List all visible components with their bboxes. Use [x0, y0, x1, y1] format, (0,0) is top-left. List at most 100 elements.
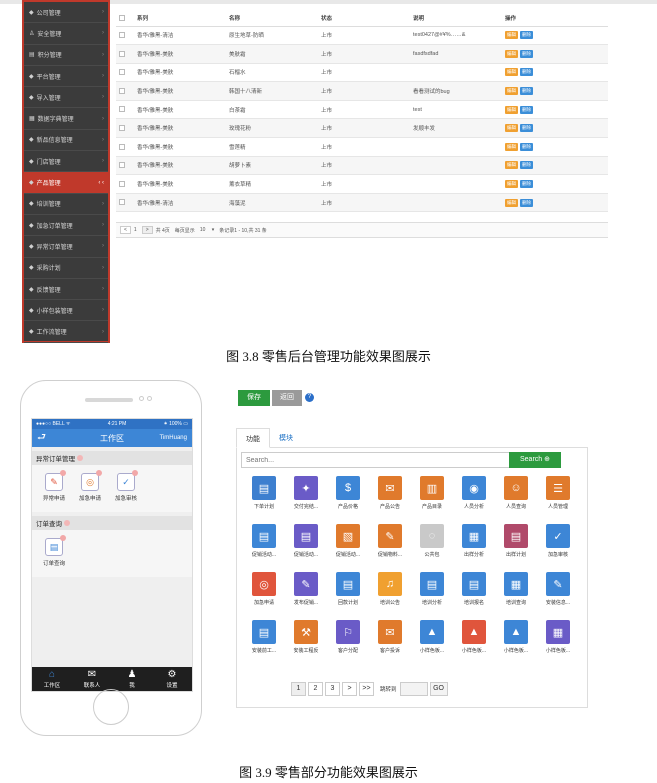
function-tile[interactable]: ◉ 人员分析 [453, 476, 495, 510]
sidebar-item[interactable]: ◆ 工作流管理 › [24, 321, 108, 343]
sidebar-item[interactable]: ◆ 导入管理 › [24, 87, 108, 109]
delete-button[interactable]: 删除 [520, 49, 533, 58]
function-tile[interactable]: ✎ 发布促销... [285, 572, 327, 606]
search-button[interactable]: Search ⊕ [509, 452, 561, 468]
tab-function[interactable]: 功能 [236, 428, 270, 448]
function-tile[interactable]: ▤ 回款计划 [327, 572, 369, 606]
delete-button[interactable]: 删除 [520, 87, 533, 96]
function-tile[interactable]: ☺ 人员查询 [495, 476, 537, 510]
sidebar-item[interactable]: ◆ 异常订单管理 › [24, 236, 108, 258]
back-button[interactable]: 返回 [272, 390, 302, 406]
back-icon[interactable]: ⮐ [37, 430, 46, 447]
edit-button[interactable]: 编辑 [505, 105, 518, 114]
function-tile[interactable]: ✎ 安装信息... [537, 572, 579, 606]
page-3-button[interactable]: 3 [325, 682, 340, 696]
delete-button[interactable]: 删除 [520, 198, 533, 207]
save-button[interactable]: 保存 [238, 390, 270, 406]
delete-button[interactable]: 删除 [520, 124, 533, 133]
help-icon[interactable]: ? [305, 393, 314, 402]
page-2-button[interactable]: 2 [308, 682, 323, 696]
app-shortcut[interactable]: ▤ 订单查询 [36, 535, 72, 567]
tabbar-item[interactable]: ♟ 我 [112, 667, 152, 691]
sidebar-item[interactable]: ♙ 安全管理 › [24, 23, 108, 45]
sidebar-item[interactable]: ◆ 平台管理 › [24, 66, 108, 88]
function-tile[interactable]: ▤ 促销活动... [285, 524, 327, 558]
sidebar-item[interactable]: ◆ 产品管理 ‹ ‹ [24, 172, 108, 194]
row-checkbox[interactable] [119, 50, 125, 57]
row-checkbox[interactable] [119, 125, 125, 132]
next-page-button[interactable]: > [141, 226, 153, 234]
function-tile[interactable]: ✦ 交付完结... [285, 476, 327, 510]
select-all-checkbox[interactable] [119, 14, 125, 21]
function-tile[interactable]: ▤ 出样计划 [495, 524, 537, 558]
delete-button[interactable]: 删除 [520, 161, 533, 170]
function-tile[interactable]: ▤ 培训分析 [411, 572, 453, 606]
function-tile[interactable]: ▤ 促销活动... [243, 524, 285, 558]
delete-button[interactable]: 删除 [520, 180, 533, 189]
row-checkbox[interactable] [119, 180, 125, 187]
per-page-select[interactable]: 10 ▾ [200, 227, 214, 233]
edit-button[interactable]: 编辑 [505, 31, 518, 40]
delete-button[interactable]: 删除 [520, 142, 533, 151]
edit-button[interactable]: 编辑 [505, 161, 518, 170]
remove-icon[interactable] [96, 470, 102, 476]
delete-button[interactable]: 删除 [520, 105, 533, 114]
function-tile[interactable]: ▦ 小样色板... [537, 620, 579, 654]
function-tile[interactable]: ✓ 加急审核 [537, 524, 579, 558]
edit-button[interactable]: 编辑 [505, 142, 518, 151]
page-1-button[interactable]: 1 [291, 682, 306, 696]
sidebar-item[interactable]: ◆ 加急订单管理 › [24, 215, 108, 237]
function-tile[interactable]: ☰ 人员管理 [537, 476, 579, 510]
tabbar-item[interactable]: ✉ 联系人 [72, 667, 112, 691]
row-checkbox[interactable] [119, 199, 125, 206]
tabbar-item[interactable]: ⚙ 设置 [152, 667, 192, 691]
function-tile[interactable]: ▲ 小样色板... [453, 620, 495, 654]
function-tile[interactable]: ⚐ 客户分配 [327, 620, 369, 654]
prev-page-button[interactable]: < [120, 226, 131, 234]
function-tile[interactable]: ◎ 加急申请 [243, 572, 285, 606]
function-tile[interactable]: ▤ 培训报名 [453, 572, 495, 606]
username[interactable]: TimHuang [160, 435, 187, 441]
function-tile[interactable]: ▦ 培训查询 [495, 572, 537, 606]
edit-button[interactable]: 编辑 [505, 87, 518, 96]
row-checkbox[interactable] [119, 87, 125, 94]
current-page[interactable]: 1 [134, 227, 137, 233]
function-tile[interactable]: ▧ 促销活动... [327, 524, 369, 558]
edit-button[interactable]: 编辑 [505, 49, 518, 58]
sidebar-item[interactable]: ◆ 公司管理 › [24, 2, 108, 24]
last-page-button[interactable]: >> [359, 682, 374, 696]
tab-module[interactable]: 模块 [270, 428, 302, 447]
function-tile[interactable]: ▤ 下单计划 [243, 476, 285, 510]
app-shortcut[interactable]: ◎ 加急申请 [72, 470, 108, 502]
function-tile[interactable]: ▥ 产品目录 [411, 476, 453, 510]
sidebar-item[interactable]: ◆ 新品信息管理 › [24, 130, 108, 152]
function-tile[interactable]: ✉ 客户投诉 [369, 620, 411, 654]
next-page-button[interactable]: > [342, 682, 357, 696]
row-checkbox[interactable] [119, 32, 125, 39]
go-button[interactable]: GO [429, 682, 448, 696]
function-tile[interactable]: ▲ 小样色板... [495, 620, 537, 654]
remove-icon[interactable] [60, 535, 66, 541]
function-tile[interactable]: ▦ 出样分析 [453, 524, 495, 558]
delete-button[interactable]: 删除 [520, 68, 533, 77]
remove-icon[interactable] [60, 470, 66, 476]
function-tile[interactable]: ◌ 公共包 [411, 524, 453, 558]
function-tile[interactable]: ✎ 促销物料... [369, 524, 411, 558]
search-input[interactable] [241, 452, 513, 468]
row-checkbox[interactable] [119, 162, 125, 169]
edit-button[interactable]: 编辑 [505, 180, 518, 189]
edit-button[interactable]: 编辑 [505, 124, 518, 133]
function-tile[interactable]: ⚒ 安装工程反 [285, 620, 327, 654]
sidebar-item[interactable]: ◆ 门店管理 › [24, 151, 108, 173]
function-tile[interactable]: ♫ 培训公告 [369, 572, 411, 606]
home-button[interactable] [93, 689, 129, 725]
sidebar-item[interactable]: ▤ 积分管理 › [24, 45, 108, 66]
app-shortcut[interactable]: ✓ 加急审核 [108, 470, 144, 502]
row-checkbox[interactable] [119, 69, 125, 76]
function-tile[interactable]: ▲ 小样色板... [411, 620, 453, 654]
jump-input[interactable] [399, 682, 428, 696]
sidebar-item[interactable]: ◆ 反馈管理 › [24, 279, 108, 301]
row-checkbox[interactable] [119, 106, 125, 113]
sidebar-item[interactable]: ◆ 培训管理 › [24, 194, 108, 215]
function-tile[interactable]: $ 产品价格 [327, 476, 369, 510]
